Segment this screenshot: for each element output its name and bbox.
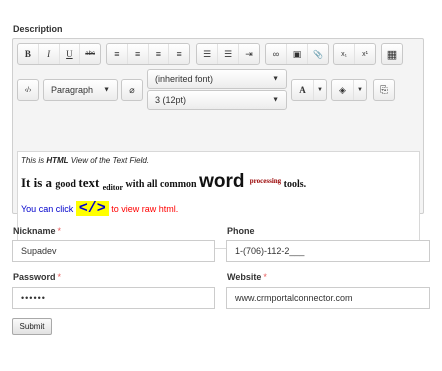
text-run: word [199, 171, 250, 192]
underline-button[interactable]: U [60, 44, 81, 64]
website-label-text: Website [227, 272, 262, 282]
font-family-select[interactable]: (inherited font) ▼ [147, 69, 287, 89]
align-left-button[interactable]: ≡ [107, 44, 128, 64]
nickname-field[interactable]: Supadev [12, 240, 215, 262]
indent-button[interactable]: ⇥ [239, 44, 259, 64]
text-run: with all common [123, 179, 200, 190]
nickname-label: Nickname * [13, 226, 61, 236]
chevron-down-icon[interactable]: ▼ [354, 80, 366, 100]
editor-line-1: This is HTML View of the Text Field. [21, 156, 416, 165]
highlight-icon[interactable]: ◈ [332, 80, 354, 100]
text-run-bold: HTML [46, 156, 69, 165]
password-label: Password * [13, 272, 61, 282]
editor-content-area[interactable]: This is HTML View of the Text Field. It … [17, 151, 420, 249]
chevron-down-icon: ▼ [272, 75, 279, 83]
website-field[interactable]: www.crmportalconnector.com [226, 287, 430, 309]
required-marker: * [57, 226, 62, 236]
clear-format-icon[interactable]: ⌀ [122, 80, 142, 100]
text-color-group: A ▼ [291, 79, 327, 101]
text-run: good [55, 179, 79, 190]
align-right-button[interactable]: ≡ [149, 44, 170, 64]
phone-field[interactable]: 1-(706)-112-2___ [226, 240, 430, 262]
clear-format-group: ⌀ [121, 79, 143, 101]
editor-line-2: It is a good text editor with all common… [21, 171, 416, 193]
superscript-button[interactable]: x¹ [355, 44, 375, 64]
password-label-text: Password [13, 272, 56, 282]
text-run: editor [102, 183, 123, 192]
view-html-icon[interactable]: </> [75, 201, 109, 216]
list-group: ☰ ☰ ⇥ [196, 43, 260, 65]
text-style-group: B I U abc [17, 43, 101, 65]
alignment-group: ≡ ≡ ≡ ≡ [106, 43, 190, 65]
source-group: ‹/› [17, 79, 39, 101]
text-run: to view raw html. [108, 204, 179, 214]
text-color-button[interactable]: A [292, 80, 314, 100]
phone-label: Phone [227, 226, 255, 236]
table-icon[interactable]: ▦ [382, 44, 402, 64]
link-icon[interactable]: ∞ [266, 44, 287, 64]
image-icon[interactable]: ▣ [287, 44, 308, 64]
bold-button[interactable]: B [18, 44, 39, 64]
description-label: Description [13, 24, 63, 34]
paste-icon[interactable]: ⎘ [374, 80, 394, 100]
paragraph-format-select[interactable]: Paragraph ▼ [43, 79, 118, 101]
script-group: x₁ x¹ [333, 43, 376, 65]
font-family-value: (inherited font) [155, 74, 214, 84]
bullet-list-button[interactable]: ☰ [197, 44, 218, 64]
justify-button[interactable]: ≡ [169, 44, 189, 64]
text-run: You can click [21, 204, 76, 214]
text-run: processing [249, 177, 282, 185]
font-size-select[interactable]: 3 (12pt) ▼ [147, 90, 287, 110]
rich-text-editor: B I U abc ≡ ≡ ≡ ≡ ☰ ☰ ⇥ ∞ ▣ 📎 x₁ x¹ ▦ ‹/… [12, 38, 424, 249]
highlight-color-group: ◈ ▼ [331, 79, 367, 101]
insert-group: ∞ ▣ 📎 [265, 43, 329, 65]
italic-button[interactable]: I [39, 44, 60, 64]
strikethrough-button[interactable]: abc [80, 44, 100, 64]
attachment-icon[interactable]: 📎 [308, 44, 328, 64]
text-run: It is a [21, 175, 56, 190]
nickname-label-text: Nickname [13, 226, 56, 236]
text-run: text [78, 175, 103, 190]
text-run: View of the Text Field. [68, 156, 150, 165]
chevron-down-icon: ▼ [103, 86, 110, 94]
submit-button[interactable]: Submit [12, 318, 52, 335]
required-marker: * [263, 272, 267, 282]
table-group: ▦ [381, 43, 403, 65]
numbered-list-button[interactable]: ☰ [218, 44, 239, 64]
required-marker: * [57, 272, 62, 282]
font-size-value: 3 (12pt) [155, 95, 187, 105]
align-center-button[interactable]: ≡ [128, 44, 149, 64]
text-run: This is [21, 156, 47, 165]
subscript-button[interactable]: x₁ [334, 44, 355, 64]
chevron-down-icon[interactable]: ▼ [314, 80, 326, 100]
paste-group: ⎘ [373, 79, 395, 101]
editor-line-3: You can click </> to view raw html. [21, 201, 416, 216]
source-code-icon[interactable]: ‹/› [18, 80, 38, 100]
paragraph-format-value: Paragraph [51, 85, 94, 95]
text-run: tools. [281, 179, 307, 190]
website-label: Website * [227, 272, 267, 282]
password-field[interactable]: •••••• [12, 287, 215, 309]
chevron-down-icon: ▼ [272, 96, 279, 104]
